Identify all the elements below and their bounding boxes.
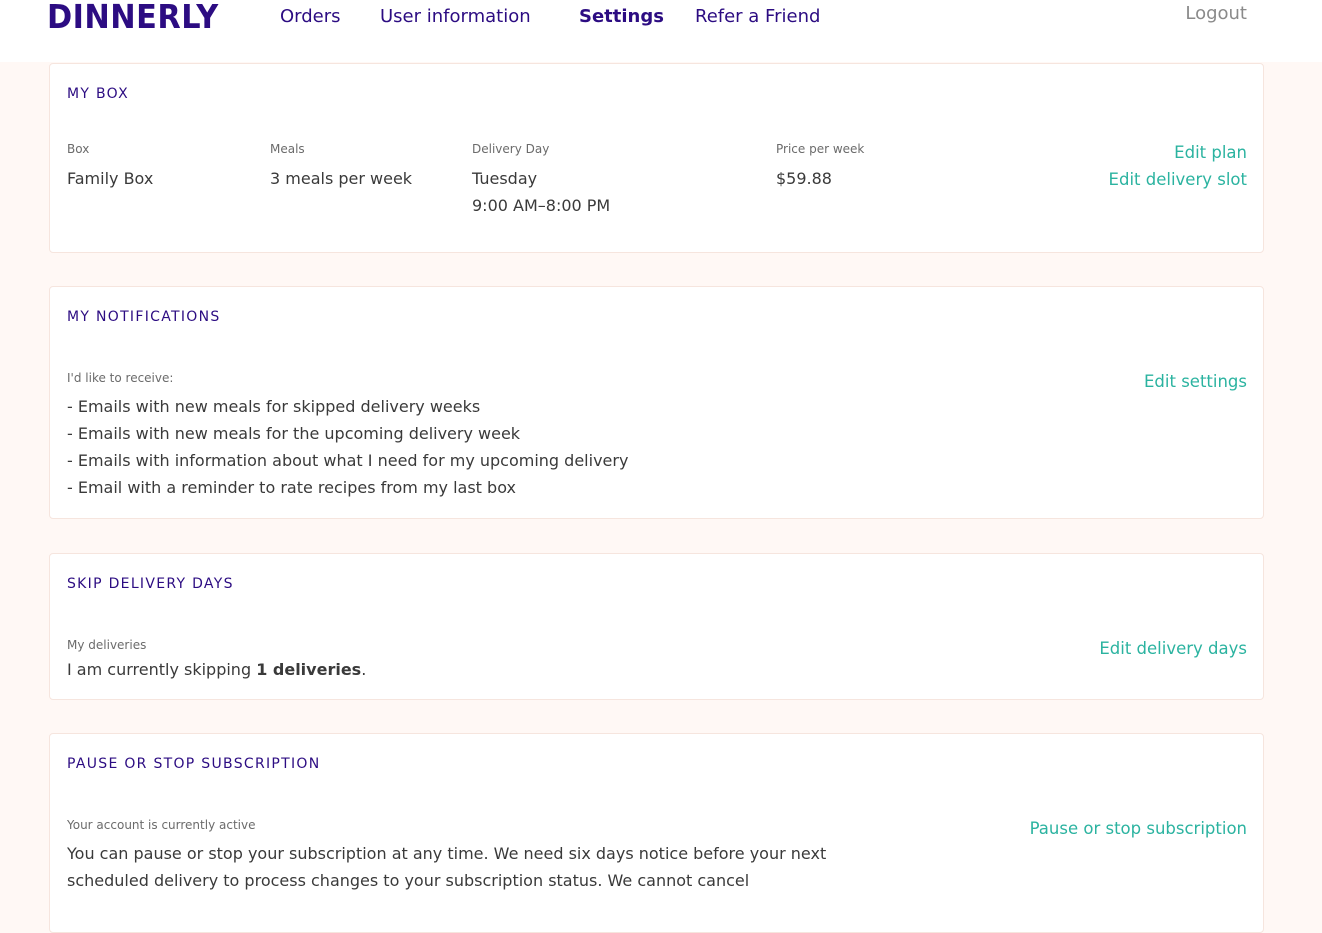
nav-refer-a-friend[interactable]: Refer a Friend — [695, 4, 820, 30]
top-navigation-bar: DINNERLY Orders User information Setting… — [0, 0, 1322, 62]
pause-stop-description: You can pause or stop your subscription … — [67, 844, 827, 890]
delivery-day-label: Delivery Day — [472, 142, 550, 156]
nav-orders[interactable]: Orders — [280, 4, 341, 30]
price-value: $59.88 — [776, 169, 832, 188]
my-box-card: MY BOX Box Family Box Meals 3 meals per … — [49, 63, 1264, 253]
delivery-day-value: Tuesday — [472, 169, 538, 188]
my-deliveries-label: My deliveries — [67, 638, 147, 652]
delivery-time-value: 9:00 AM–8:00 PM — [472, 196, 611, 215]
dinnerly-logo[interactable]: DINNERLY — [47, 0, 219, 37]
list-item: - Emails with new meals for skipped deli… — [67, 397, 481, 416]
meals-label: Meals — [270, 142, 305, 156]
edit-plan-link[interactable]: Edit plan — [1174, 139, 1247, 166]
notifications-label: I'd like to receive: — [67, 371, 174, 385]
my-notifications-card: MY NOTIFICATIONS I'd like to receive: - … — [49, 286, 1264, 519]
edit-settings-link[interactable]: Edit settings — [1144, 368, 1247, 395]
box-label: Box — [67, 142, 90, 156]
edit-delivery-days-link[interactable]: Edit delivery days — [1099, 635, 1247, 662]
account-status-label: Your account is currently active — [67, 818, 256, 832]
edit-delivery-slot-link[interactable]: Edit delivery slot — [1109, 166, 1247, 193]
meals-value: 3 meals per week — [270, 169, 413, 188]
list-item: - Emails with information about what I n… — [67, 451, 629, 470]
nav-settings[interactable]: Settings — [579, 4, 664, 30]
my-box-title: MY BOX — [67, 86, 129, 102]
notifications-list: - Emails with new meals for skipped deli… — [67, 393, 628, 501]
skip-delivery-days-card: SKIP DELIVERY DAYS My deliveries I am cu… — [49, 553, 1264, 700]
skip-delivery-title: SKIP DELIVERY DAYS — [67, 576, 234, 592]
skipped-count: 1 deliveries — [256, 660, 362, 679]
notifications-title: MY NOTIFICATIONS — [67, 309, 221, 325]
nav-user-information[interactable]: User information — [380, 4, 531, 30]
list-item: - Emails with new meals for the upcoming… — [67, 424, 521, 443]
pause-stop-title: PAUSE OR STOP SUBSCRIPTION — [67, 756, 321, 772]
skipping-status-text: I am currently skipping 1 deliveries. — [67, 660, 367, 679]
list-item: - Email with a reminder to rate recipes … — [67, 478, 516, 497]
box-value: Family Box — [67, 169, 154, 188]
pause-stop-subscription-card: PAUSE OR STOP SUBSCRIPTION Your account … — [49, 733, 1264, 933]
logout-link[interactable]: Logout — [1185, 1, 1247, 27]
price-label: Price per week — [776, 142, 865, 156]
pause-stop-subscription-link[interactable]: Pause or stop subscription — [1030, 815, 1247, 842]
